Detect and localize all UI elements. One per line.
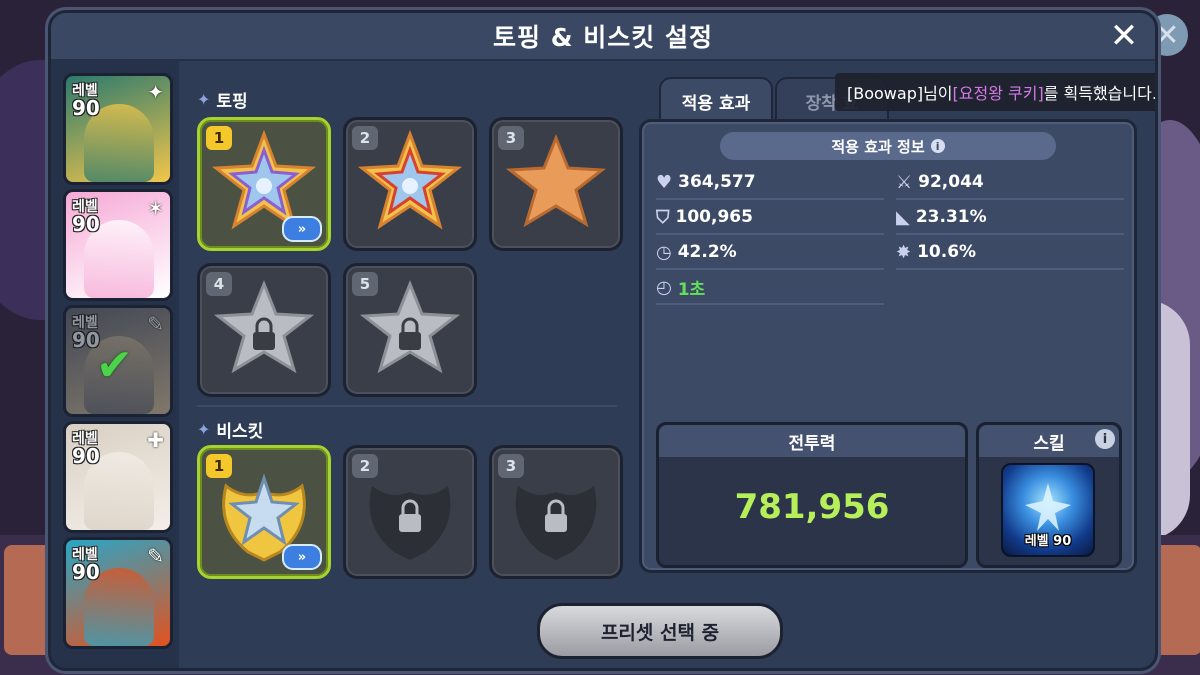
biscuit-slot[interactable]: 1» xyxy=(197,445,331,579)
sword-icon: ⚔ xyxy=(896,171,913,193)
stat-row: ◣ 23.31% xyxy=(896,201,1124,235)
effects-panel-title: 적용 효과 정보 i xyxy=(720,132,1056,160)
combat-power-label: 전투력 xyxy=(659,425,965,457)
forward-icon[interactable]: » xyxy=(282,216,322,242)
cooldown-icon: ◷ xyxy=(656,241,672,263)
critical-icon: ◣ xyxy=(896,206,910,228)
acquire-toast: [Boowap]님이 [요정왕 쿠키] 를 획득했습니다. xyxy=(835,73,1157,111)
stat-value: 10.6% xyxy=(917,242,977,262)
slot-number: 4 xyxy=(206,272,232,296)
burst-icon: ✸ xyxy=(896,241,912,263)
clock-icon: ◴ xyxy=(656,276,672,298)
cookie-level: 90 xyxy=(72,560,100,584)
slot-number: 1 xyxy=(206,126,232,150)
stat-value: 100,965 xyxy=(675,207,753,227)
cookie-card[interactable]: 레벨 90 ✦ xyxy=(63,73,173,185)
section-divider xyxy=(197,405,617,407)
sparkle-icon: ✦ xyxy=(197,90,211,109)
stat-value: 23.31% xyxy=(915,207,987,227)
effects-panel-title-text: 적용 효과 정보 xyxy=(831,137,925,156)
stat-value: 364,577 xyxy=(678,172,756,192)
topping-slot[interactable]: 5 xyxy=(343,263,477,397)
cookie-card[interactable]: 레벨 90 ✎ ✔ xyxy=(63,305,173,417)
stat-underline xyxy=(896,268,1124,270)
slot-number: 5 xyxy=(352,272,378,296)
shield-icon: ⛉ xyxy=(656,206,670,228)
stat-row: ◷ 42.2% xyxy=(656,236,884,270)
skill-level: 레벨 90 xyxy=(1024,534,1072,549)
cookie-card[interactable]: 레벨 90 ✎ xyxy=(63,537,173,649)
topping-slot[interactable]: 3 xyxy=(489,117,623,251)
checkmark-icon: ✔ xyxy=(96,340,133,391)
preset-select-button[interactable]: 프리셋 선택 중 xyxy=(537,603,783,659)
topping-biscuit-modal: 토핑 & 비스킷 설정 ✕ 레벨 90 ✦ 레벨 90 ✶ 레벨 90 ✎ ✔ 레벨 90 ✚ 레벨 90 ✎… xyxy=(48,10,1158,671)
cookie-level: 90 xyxy=(72,444,100,468)
stat-underline xyxy=(656,198,884,200)
biscuits-label: 비스킷 xyxy=(216,422,264,442)
biscuits-section-title: ✦ 비스킷 xyxy=(197,417,263,442)
stat-row: ♥ 364,577 xyxy=(656,166,884,200)
stat-value: 1초 xyxy=(677,279,706,300)
stat-underline xyxy=(656,233,884,235)
skill-box: 스킬 레벨 90 i xyxy=(976,422,1122,568)
modal-titlebar: 토핑 & 비스킷 설정 ✕ xyxy=(51,13,1155,61)
cookie-sidebar: 레벨 90 ✦ 레벨 90 ✶ 레벨 90 ✎ ✔ 레벨 90 ✚ 레벨 90 ✎ xyxy=(51,61,179,668)
slot-number: 3 xyxy=(498,126,524,150)
heart-icon: ♥ xyxy=(656,171,673,193)
stat-underline xyxy=(656,303,884,305)
effects-panel: 적용 효과 정보 i ♥ 364,577 ⛉ 100,965 ◷ 42.2% ◴ 1초 ⚔ 92,… xyxy=(639,119,1137,573)
biscuit-slot[interactable]: 3 xyxy=(489,445,623,579)
biscuit-slot[interactable]: 2 xyxy=(343,445,477,579)
toppings-label: 토핑 xyxy=(216,92,248,112)
stat-row: ⛉ 100,965 xyxy=(656,201,884,235)
topping-slot[interactable]: 1» xyxy=(197,117,331,251)
cookie-type-icon: ✶ xyxy=(147,196,164,220)
close-button[interactable]: ✕ xyxy=(1107,19,1141,53)
combat-power-box: 전투력 781,956 xyxy=(656,422,968,568)
cookie-level: 90 xyxy=(72,96,100,120)
cookie-card[interactable]: 레벨 90 ✶ xyxy=(63,189,173,301)
stat-row: ✸ 10.6% xyxy=(896,236,1124,270)
slot-number: 3 xyxy=(498,454,524,478)
cookie-level: 90 xyxy=(72,212,100,236)
skill-info-icon[interactable]: i xyxy=(1095,429,1115,449)
info-icon[interactable]: i xyxy=(930,139,945,153)
stat-underline xyxy=(656,268,884,270)
sparkle-icon: ✦ xyxy=(197,420,211,439)
cookie-type-icon: ✦ xyxy=(147,80,164,104)
slot-number: 2 xyxy=(352,454,378,478)
cookie-type-icon: ✚ xyxy=(147,428,164,452)
cookie-card[interactable]: 레벨 90 ✚ xyxy=(63,421,173,533)
toast-prefix: [Boowap]님이 xyxy=(847,84,953,103)
forward-icon[interactable]: » xyxy=(282,544,322,570)
cookie-type-icon: ✎ xyxy=(147,544,164,568)
toast-suffix: 를 획득했습니다. xyxy=(1043,84,1157,103)
stat-value: 92,044 xyxy=(918,172,984,192)
tab-applied-effects[interactable]: 적용 효과 xyxy=(659,77,773,123)
modal-title: 토핑 & 비스킷 설정 xyxy=(493,23,713,52)
slot-number: 2 xyxy=(352,126,378,150)
toast-highlight: [요정왕 쿠키] xyxy=(952,84,1044,103)
stat-value: 42.2% xyxy=(677,242,737,262)
toppings-section-title: ✦ 토핑 xyxy=(197,87,248,112)
topping-slot[interactable]: 2 xyxy=(343,117,477,251)
slot-number: 1 xyxy=(206,454,232,478)
stat-row: ⚔ 92,044 xyxy=(896,166,1124,200)
combat-power-value: 781,956 xyxy=(734,487,890,527)
stat-underline xyxy=(896,233,1124,235)
skill-icon[interactable]: 레벨 90 xyxy=(1001,463,1095,557)
topping-slot[interactable]: 4 xyxy=(197,263,331,397)
stat-underline xyxy=(896,198,1124,200)
stat-row: ◴ 1초 xyxy=(656,271,884,305)
